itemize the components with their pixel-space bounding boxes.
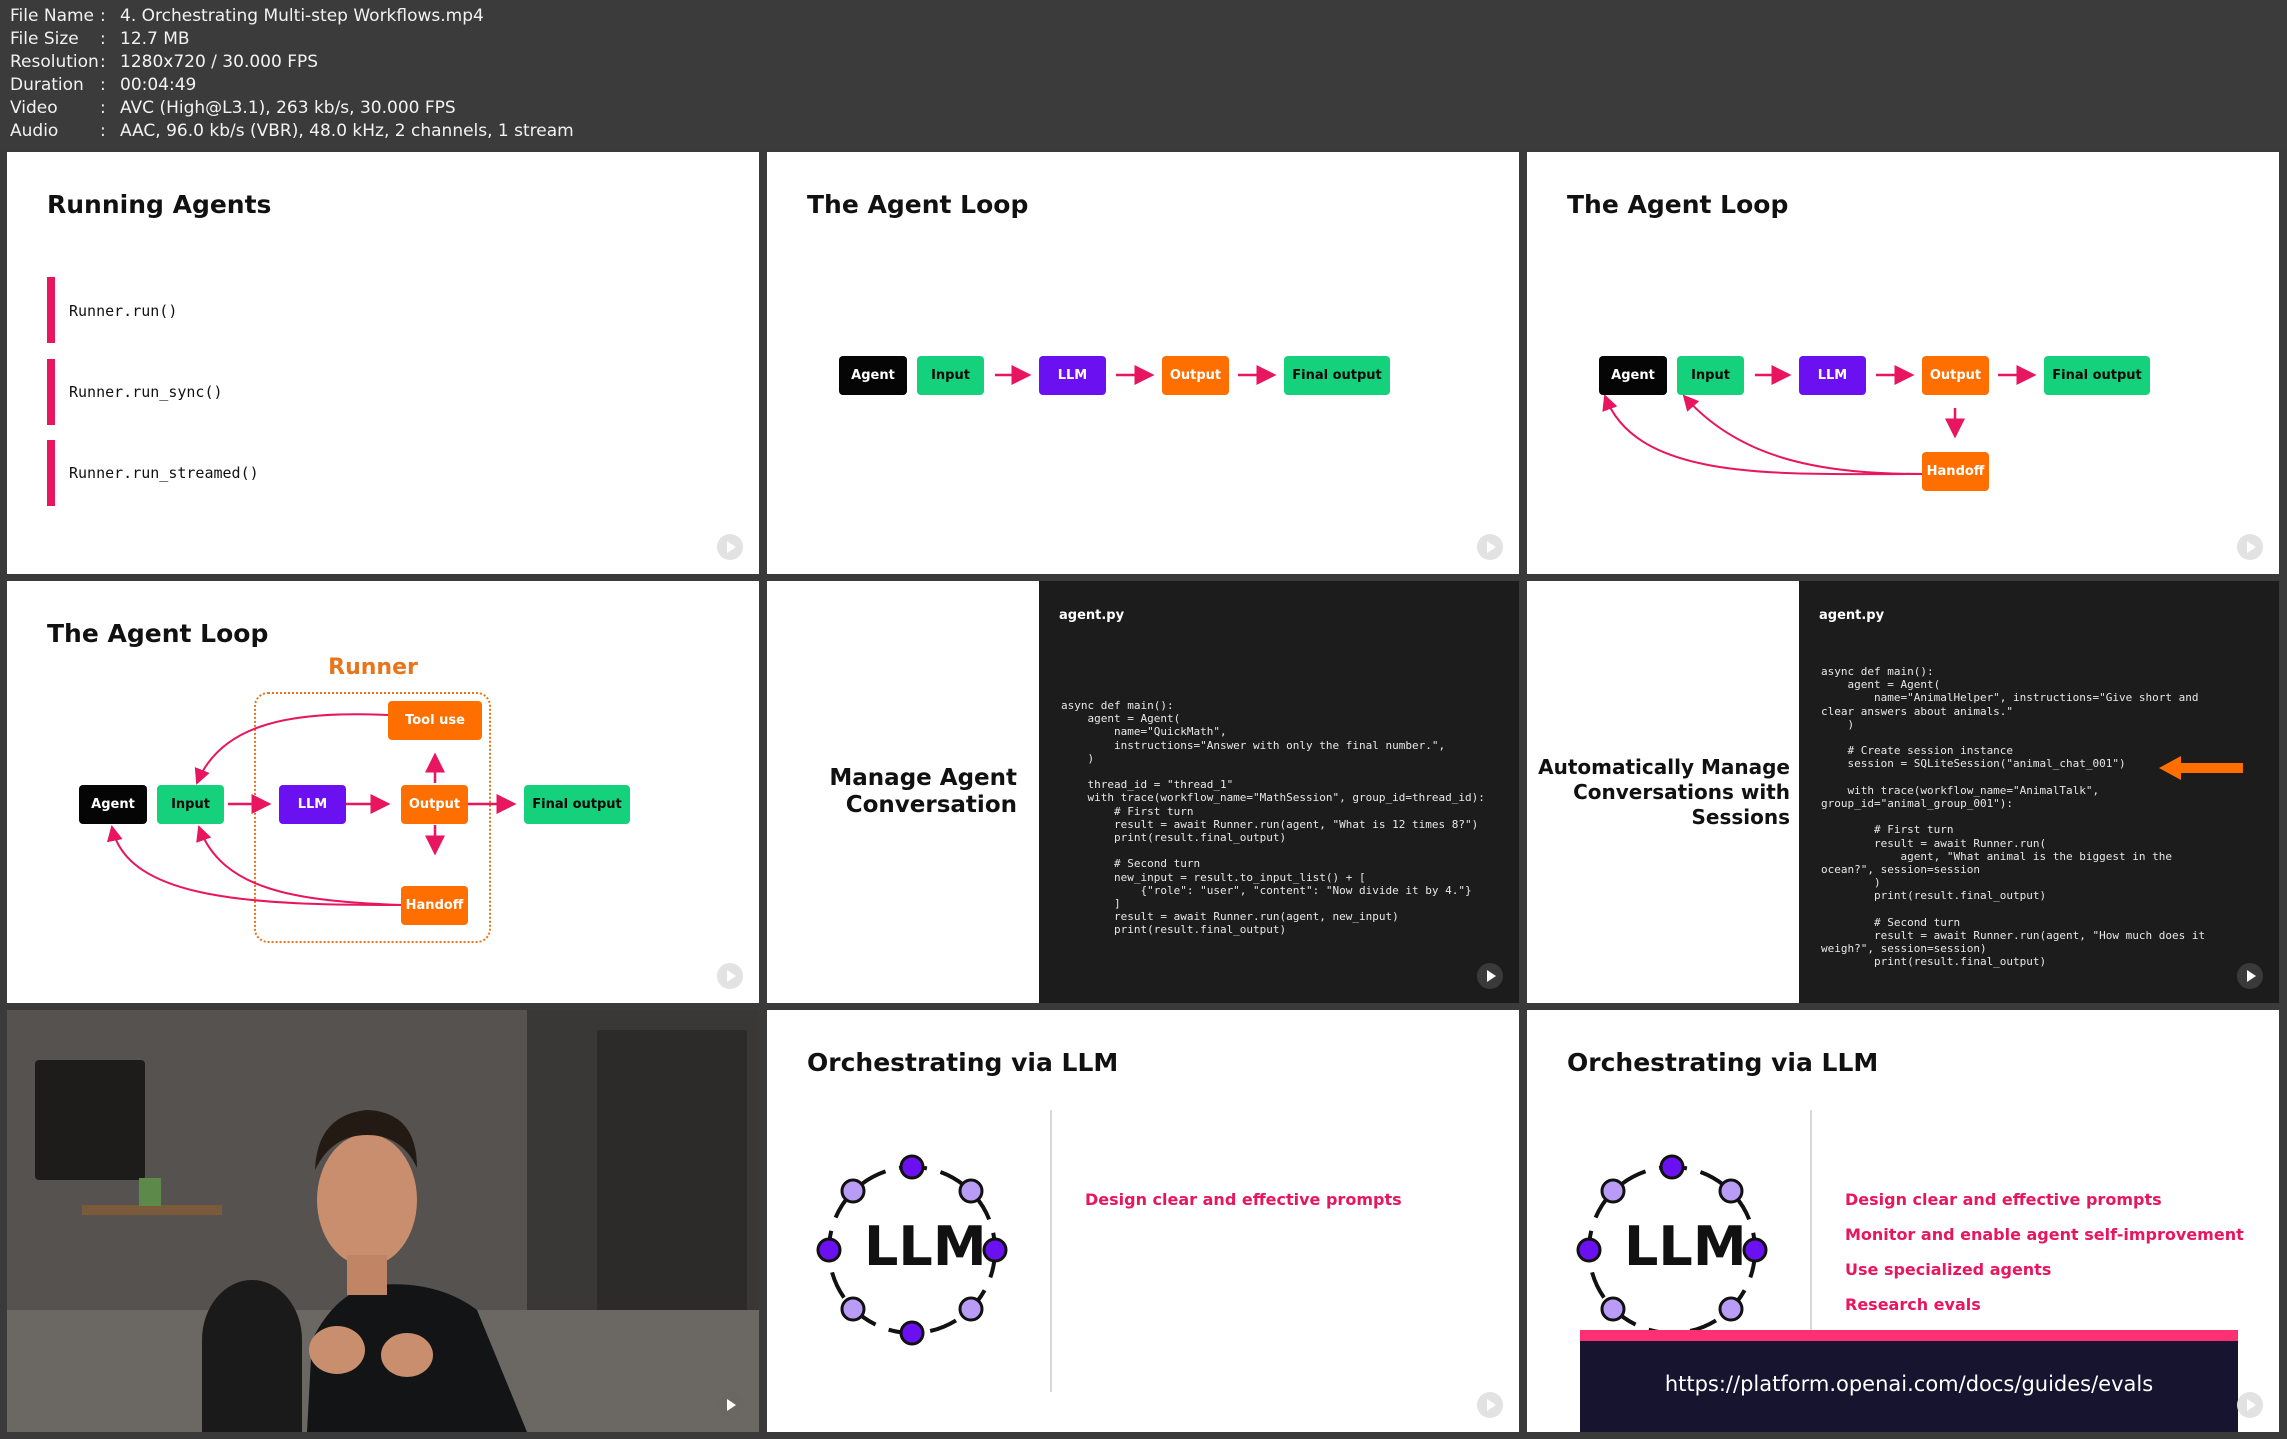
file-info-row: Resolution:1280x720 / 30.000 FPS <box>10 52 2287 75</box>
file-info-separator: : <box>100 52 106 72</box>
thumbnail-presenter-video[interactable] <box>7 1010 759 1432</box>
handoff-node: Handoff <box>401 886 468 925</box>
thumbnail-sessions[interactable]: Automatically Manage Conversations with Se… <box>1527 581 2279 1003</box>
output-node: Output <box>1162 356 1229 395</box>
divider <box>1810 1110 1812 1332</box>
slide-heading: Manage Agent Conversation <box>829 765 1017 818</box>
file-info-key: Video <box>10 98 58 118</box>
file-info-panel: File Name:4. Orchestrating Multi-step Wo… <box>0 0 2287 150</box>
file-info-key: File Size <box>10 29 79 49</box>
bullet-point: Research evals <box>1845 1295 1981 1314</box>
bullet-point: Monitor and enable agent self-improvemen… <box>1845 1225 2244 1244</box>
bullet-point: Use specialized agents <box>1845 1260 2052 1279</box>
thumbnail-manage-agent-conversation[interactable]: Manage Agent Conversation agent.py async … <box>767 581 1519 1003</box>
runner-method: Runner.run_streamed() <box>69 464 259 482</box>
play-watermark-icon <box>1477 963 1503 989</box>
file-info-key: File Name <box>10 6 95 26</box>
file-info-value: AAC, 96.0 kb/s (VBR), 48.0 kHz, 2 channe… <box>120 121 574 141</box>
divider <box>1050 1110 1052 1392</box>
llm-node: LLM <box>279 785 346 824</box>
thumbnail-orchestrating-llm-2[interactable]: Orchestrating via LLM LLM Design clear a… <box>1527 1010 2279 1432</box>
file-info-separator: : <box>100 121 106 141</box>
slide-title: Running Agents <box>47 190 272 219</box>
play-watermark-icon <box>2237 534 2263 560</box>
file-info-separator: : <box>100 6 106 26</box>
presenter-scene <box>7 1010 759 1432</box>
file-info-key: Resolution <box>10 52 99 72</box>
play-watermark-icon <box>717 534 743 560</box>
file-info-value: 4. Orchestrating Multi-step Workflows.mp… <box>120 6 484 26</box>
code-panel: agent.py async def main(): agent = Agent… <box>1799 581 2279 1003</box>
runner-method: Runner.run_sync() <box>69 383 223 401</box>
file-info-separator: : <box>100 29 106 49</box>
banner-stripe <box>1580 1330 2238 1341</box>
tool-use-node: Tool use <box>388 701 482 740</box>
final-output-node: Final output <box>2044 356 2150 395</box>
file-info-key: Duration <box>10 75 84 95</box>
llm-node: LLM <box>1799 356 1866 395</box>
bullet-point: Design clear and effective prompts <box>1085 1190 1402 1209</box>
play-watermark-icon <box>2237 963 2263 989</box>
file-info-row: File Name:4. Orchestrating Multi-step Wo… <box>10 6 2287 29</box>
code-panel: agent.py async def main(): agent = Agent… <box>1039 581 1519 1003</box>
output-node: Output <box>401 785 468 824</box>
accent-bar <box>47 359 55 425</box>
file-info-key: Audio <box>10 121 59 141</box>
llm-node: LLM <box>1039 356 1106 395</box>
play-watermark-icon <box>1477 1392 1503 1418</box>
file-info-separator: : <box>100 75 106 95</box>
accent-bar <box>47 277 55 343</box>
thumbnail-agent-loop-linear[interactable]: The Agent Loop Agent Input LLM Output Fi… <box>767 152 1519 574</box>
code-block: async def main(): agent = Agent( name="Q… <box>1061 699 1485 937</box>
output-node: Output <box>1922 356 1989 395</box>
highlight-arrow-icon <box>2159 756 2243 780</box>
input-node: Input <box>157 785 224 824</box>
play-watermark-icon <box>1477 534 1503 560</box>
agent-node: Agent <box>839 356 907 395</box>
code-filename: agent.py <box>1059 608 1125 623</box>
file-info-row: Video: AVC (High@L3.1), 263 kb/s, 30.000 … <box>10 98 2287 121</box>
file-info-value: 1280x720 / 30.000 FPS <box>120 52 319 72</box>
file-info-row: Duration:00:04:49 <box>10 75 2287 98</box>
handoff-node: Handoff <box>1922 452 1989 491</box>
agent-node: Agent <box>79 785 147 824</box>
thumbnail-orchestrating-llm-1[interactable]: Orchestrating via LLM LLM Design clear a… <box>767 1010 1519 1432</box>
input-node: Input <box>1677 356 1744 395</box>
play-watermark-icon <box>717 1392 743 1418</box>
code-filename: agent.py <box>1819 608 1885 623</box>
file-info-row: File Size:12.7 MB <box>10 29 2287 52</box>
code-block: async def main(): agent = Agent( name="A… <box>1821 665 2206 969</box>
slide-heading: Automatically Manage Conversations with Se… <box>1538 755 1790 829</box>
thumbnail-agent-loop-runner[interactable]: The Agent Loop Runner Agent Input LLM Ou… <box>7 581 759 1003</box>
file-info-value: AVC (High@L3.1), 263 kb/s, 30.000 FPS <box>120 98 456 118</box>
thumbnail-running-agents[interactable]: Running Agents Runner.run() Runner.run_s… <box>7 152 759 574</box>
accent-bar <box>47 440 55 506</box>
input-node: Input <box>917 356 984 395</box>
url-banner: https://platform.openai.com/docs/guides/… <box>1580 1330 2238 1432</box>
final-output-node: Final output <box>524 785 630 824</box>
final-output-node: Final output <box>1284 356 1390 395</box>
file-info-value: 12.7 MB <box>120 29 190 49</box>
agent-node: Agent <box>1599 356 1667 395</box>
llm-logo-text: LLM <box>1624 1215 1747 1278</box>
play-watermark-icon <box>717 963 743 989</box>
file-info-value: 00:04:49 <box>120 75 197 95</box>
runner-method: Runner.run() <box>69 302 178 320</box>
bullet-point: Design clear and effective prompts <box>1845 1190 2162 1209</box>
evals-url-link[interactable]: https://platform.openai.com/docs/guides/… <box>1580 1372 2238 1396</box>
llm-logo-text: LLM <box>864 1215 987 1278</box>
file-info-row: Audio: AAC, 96.0 kb/s (VBR), 48.0 kHz, 2 … <box>10 121 2287 144</box>
thumbnail-agent-loop-handoff[interactable]: The Agent Loop Agent Input LLM Output Fi… <box>1527 152 2279 574</box>
file-info-separator: : <box>100 98 106 118</box>
play-watermark-icon <box>2237 1392 2263 1418</box>
